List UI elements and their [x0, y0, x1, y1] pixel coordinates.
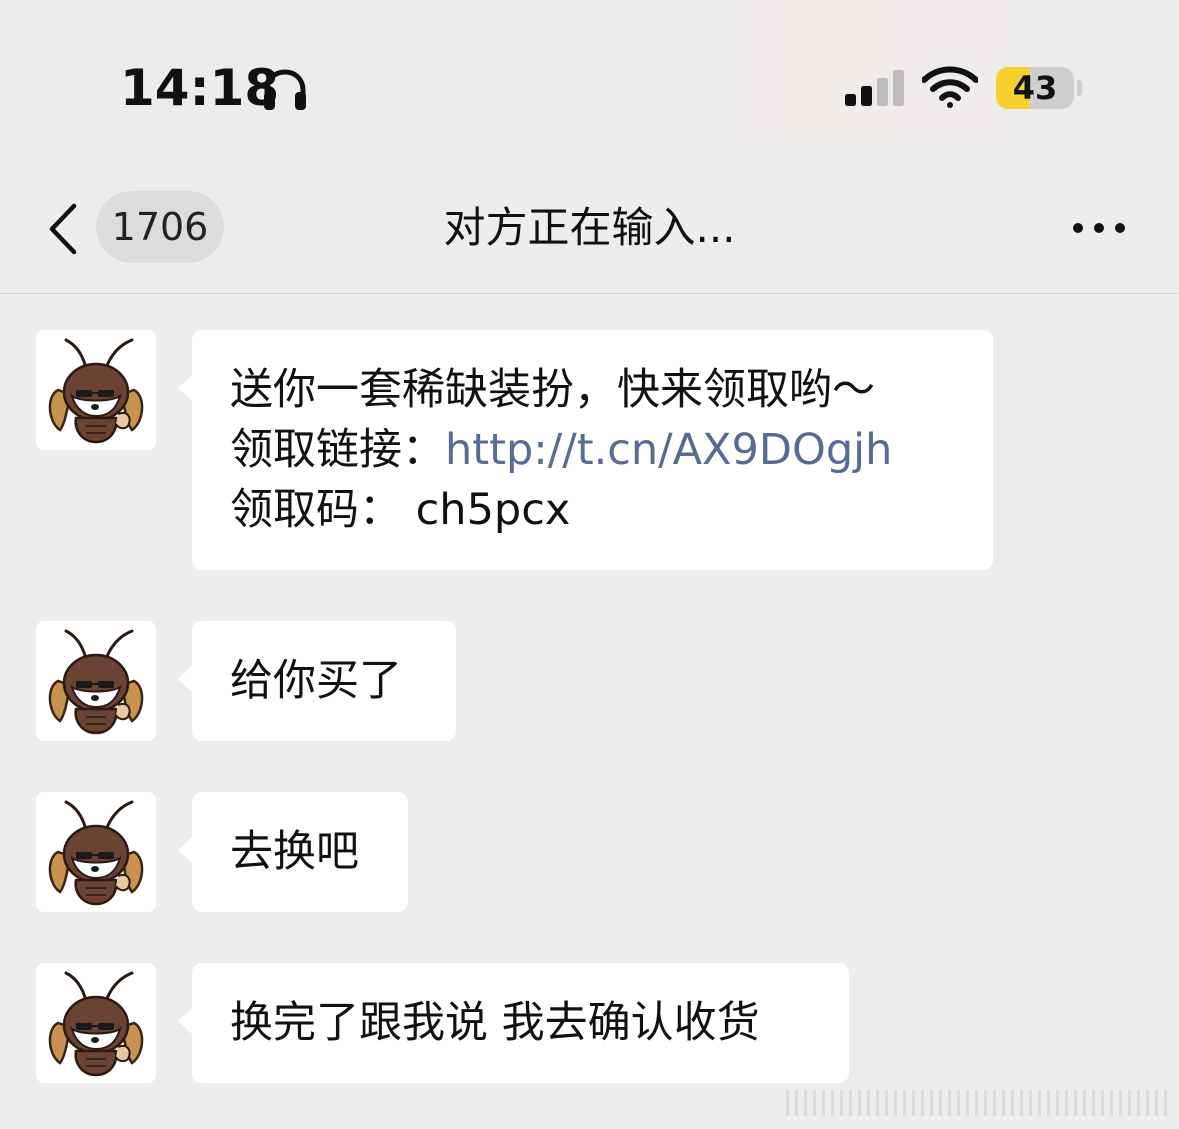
- avatar-image: [36, 330, 156, 450]
- avatar-image: [36, 792, 156, 912]
- chat-header: 1706 对方正在输入...: [0, 150, 1179, 294]
- battery-icon: 43: [996, 67, 1074, 109]
- battery-level-text: 43: [1012, 69, 1058, 107]
- status-time: 14:18: [120, 59, 280, 117]
- message-text: 去换吧: [230, 827, 359, 877]
- message-bubble[interactable]: 送你一套稀缺装扮，快来领取哟～ 领取链接：http://t.cn/AX9DOgj…: [178, 330, 993, 570]
- chat-title: 对方正在输入...: [443, 203, 736, 252]
- avatar-image: [36, 621, 156, 741]
- cockroach-dog-avatar[interactable]: [36, 330, 156, 450]
- claim-code: ch5pcx: [402, 485, 571, 535]
- message-text: 送你一套稀缺装扮，快来领取哟～: [230, 365, 875, 415]
- battery-tip: [1077, 80, 1082, 96]
- message-bubble[interactable]: 去换吧: [178, 792, 408, 912]
- wifi-icon: [922, 66, 978, 108]
- message-bubble[interactable]: 换完了跟我说 我去确认收货: [178, 963, 849, 1083]
- status-bar: 14:18 43: [0, 0, 1179, 150]
- cockroach-dog-avatar[interactable]: [36, 621, 156, 741]
- message-bubble[interactable]: 给你买了: [178, 621, 456, 741]
- cockroach-dog-avatar[interactable]: [36, 963, 156, 1083]
- message-text: 给你买了: [230, 656, 402, 706]
- message-text: 领取链接：http://t.cn/AX9DOgjh: [230, 425, 893, 475]
- headphone-icon: [264, 69, 306, 110]
- message-text: 领取码： ch5pcx: [230, 485, 571, 535]
- avatar-image: [36, 963, 156, 1083]
- more-dots-icon[interactable]: [1072, 218, 1126, 238]
- watermark-strip: [780, 1090, 1172, 1116]
- claim-link[interactable]: http://t.cn/AX9DOgjh: [445, 425, 892, 475]
- cellular-signal-icon: [845, 70, 904, 106]
- message-text: 换完了跟我说 我去确认收货: [230, 998, 760, 1048]
- cockroach-dog-avatar[interactable]: [36, 792, 156, 912]
